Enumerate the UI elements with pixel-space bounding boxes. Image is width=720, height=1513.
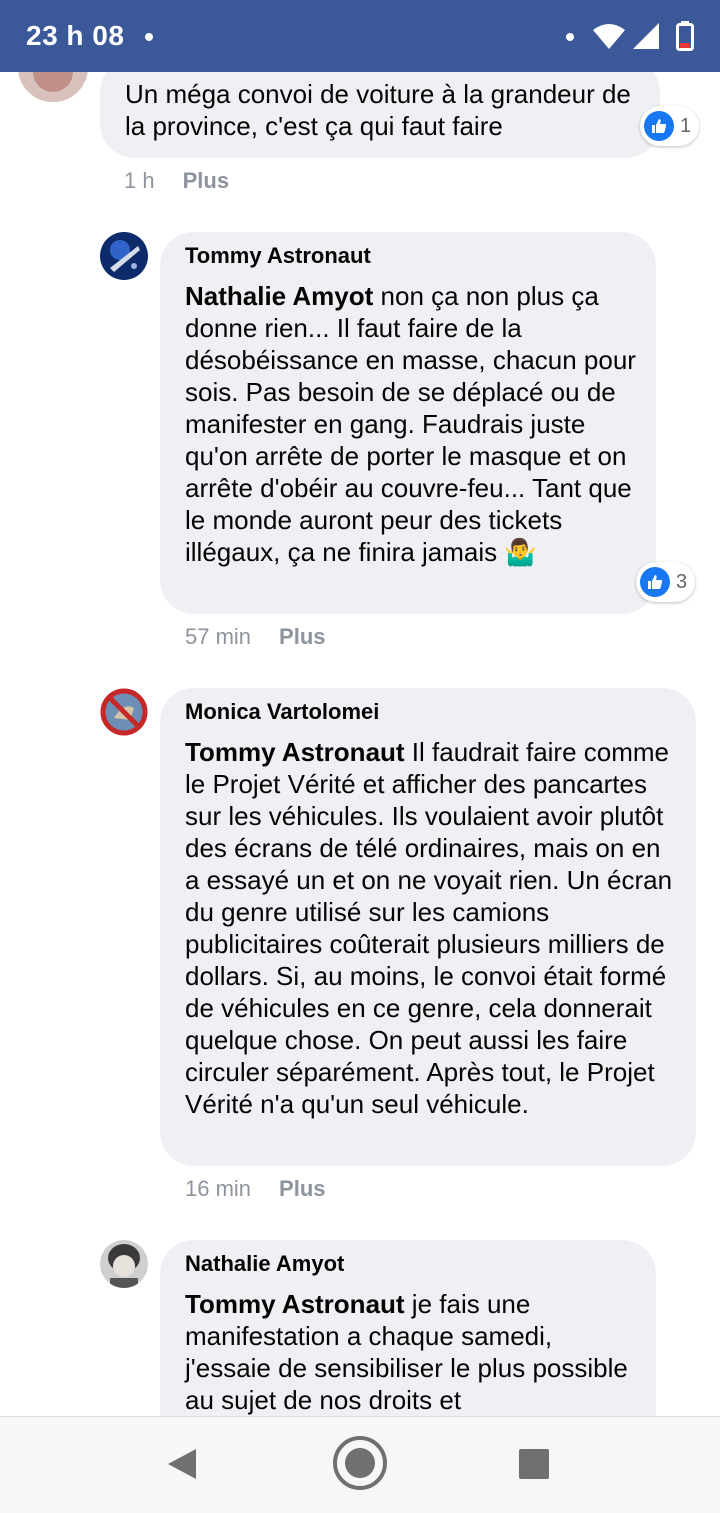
navigation-bar [0, 1416, 720, 1513]
avatar[interactable] [18, 72, 88, 102]
avatar[interactable] [100, 232, 148, 280]
comment-time: 57 min [185, 624, 252, 649]
recent-square-icon[interactable] [519, 1449, 549, 1479]
comment-bubble[interactable]: Nathalie Amyot Tommy Astronaut je fais u… [160, 1240, 656, 1416]
comment-bubble[interactable]: Tommy Astronaut Nathalie Amyot non ça no… [160, 232, 656, 614]
comment-body: non ça non plus ça donne rien... Il faut… [185, 281, 636, 567]
more-button[interactable]: Plus [279, 1176, 325, 1201]
notification-dot-icon [566, 33, 574, 41]
comment-meta: 1 h Plus [124, 168, 229, 194]
comment-thread: Un méga convoi de voiture à la grandeur … [0, 72, 720, 1416]
mention-link[interactable]: Tommy Astronaut [185, 737, 405, 767]
comment-bubble[interactable]: Un méga convoi de voiture à la grandeur … [100, 72, 660, 158]
comment-text: Tommy Astronaut Il faudrait faire comme … [185, 736, 677, 1120]
more-button[interactable]: Plus [183, 168, 229, 193]
comment-author[interactable]: Nathalie Amyot [185, 1250, 344, 1278]
comment-time: 1 h [124, 168, 155, 193]
wifi-icon [593, 24, 625, 49]
reaction-count[interactable]: 3 [636, 562, 696, 602]
comment-text: Nathalie Amyot non ça non plus ça donne … [185, 280, 640, 568]
like-icon [640, 567, 670, 597]
reaction-count[interactable]: 1 [640, 106, 700, 146]
comment-author[interactable]: Tommy Astronaut [185, 242, 371, 270]
reaction-number: 1 [680, 114, 692, 137]
comment-time: 16 min [185, 1176, 252, 1201]
mention-link[interactable]: Tommy Astronaut [185, 1289, 405, 1319]
home-circle-icon[interactable] [332, 1435, 388, 1491]
comment-body: Il faudrait faire comme le Projet Vérité… [185, 737, 673, 1119]
reaction-number: 3 [676, 570, 688, 593]
mention-link[interactable]: Nathalie Amyot [185, 281, 373, 311]
comment-meta: 16 min Plus [185, 1176, 326, 1202]
comment-author[interactable]: Monica Vartolomei [185, 698, 379, 726]
battery-icon [676, 21, 694, 51]
notification-dot-icon [145, 33, 153, 41]
comment-text: Un méga convoi de voiture à la grandeur … [125, 79, 631, 141]
comment-bubble[interactable]: Monica Vartolomei Tommy Astronaut Il fau… [160, 688, 696, 1166]
avatar[interactable] [100, 688, 148, 736]
comment-text: Tommy Astronaut je fais une manifestatio… [185, 1288, 640, 1416]
back-triangle-icon[interactable] [166, 1447, 198, 1481]
avatar[interactable] [100, 1240, 148, 1288]
like-icon [644, 111, 674, 141]
status-time: 23 h 08 [26, 20, 125, 51]
status-bar: 23 h 08 [0, 0, 720, 72]
signal-icon [633, 23, 659, 49]
comment-meta: 57 min Plus [185, 624, 326, 650]
more-button[interactable]: Plus [279, 624, 325, 649]
